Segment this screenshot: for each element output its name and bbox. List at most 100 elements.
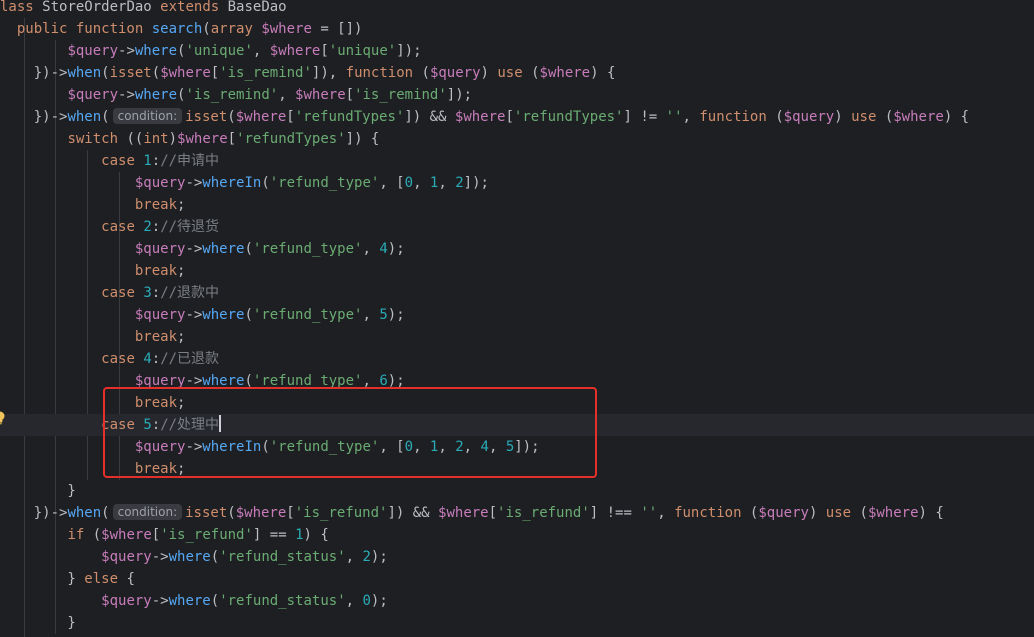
code-token: ( <box>210 593 220 609</box>
code-line[interactable]: public function search(array $where = []… <box>0 18 1034 40</box>
code-line[interactable]: case 2://待退货 <box>0 216 1034 238</box>
code-token: $where <box>235 109 287 125</box>
code-token: int <box>143 131 169 147</box>
code-line-text: lass StoreOrderDao extends BaseDao <box>0 0 287 18</box>
code-token: where <box>168 549 211 565</box>
code-token: ); <box>387 241 405 257</box>
code-line[interactable]: if ($where['is_refund'] == 1) { <box>0 524 1034 546</box>
code-token: $where <box>235 505 287 521</box>
code-token: $where <box>867 505 919 521</box>
code-line[interactable]: })->when(condition: isset($where['is_refu… <box>0 502 1034 524</box>
code-line[interactable]: $query->whereIn('refund_type', [0, 1, 2]… <box>0 172 1034 194</box>
code-token: , <box>682 109 700 125</box>
code-line[interactable]: lass StoreOrderDao extends BaseDao <box>0 0 1034 18</box>
code-token: function <box>345 65 422 81</box>
code-line[interactable]: case 3://退款中 <box>0 282 1034 304</box>
code-token: 2 <box>143 219 152 235</box>
code-token: $where <box>295 87 346 103</box>
code-token: switch <box>67 131 127 147</box>
code-token: ) { <box>590 65 616 81</box>
code-token: lass <box>0 0 43 15</box>
code-line-text: switch ((int)$where['refundTypes']) { <box>0 128 379 150</box>
code-line-text: } <box>0 480 76 502</box>
code-line[interactable]: } <box>0 480 1034 502</box>
code-token: ] !== <box>589 505 641 521</box>
code-token: where <box>134 87 178 103</box>
code-line[interactable]: $query->where('refund_status', 0); <box>0 590 1034 612</box>
code-token: } <box>0 571 85 587</box>
code-line[interactable]: })->when(isset($where['is_remind']), fun… <box>0 62 1034 84</box>
code-token: where <box>202 307 245 323</box>
code-token: ( <box>859 505 868 521</box>
code-token: 3 <box>143 285 152 301</box>
code-token: when <box>67 65 102 81</box>
code-token: ( <box>92 527 102 543</box>
code-line-text: $query->where('refund_type', 4); <box>0 238 405 260</box>
code-token: function <box>674 505 750 521</box>
code-token: , <box>362 241 380 257</box>
code-editor[interactable]: lass StoreOrderDao extends BaseDao publi… <box>0 0 1034 637</box>
code-line[interactable]: } else { <box>0 568 1034 590</box>
code-line[interactable]: } <box>0 612 1034 634</box>
code-line-text: })->when(isset($where['is_remind']), fun… <box>0 62 616 84</box>
code-token: //待退货 <box>160 219 220 235</box>
code-line-text: case 4://已退款 <box>0 348 219 370</box>
code-token: , <box>438 175 456 191</box>
code-token: public function <box>16 21 152 37</box>
code-token: $where <box>160 65 211 81</box>
parameter-hint: condition: <box>112 108 183 124</box>
code-token: ( <box>202 21 211 37</box>
code-token: 4 <box>379 241 388 257</box>
code-token: array <box>210 21 262 37</box>
code-token: 4 <box>143 351 152 367</box>
code-token: [ <box>286 505 295 521</box>
code-token: $query <box>783 109 835 125</box>
code-token: search <box>151 21 203 37</box>
code-token: 'refundTypes' <box>294 109 405 125</box>
code-line-text: $query->where('is_remind', $where['is_re… <box>0 84 472 106</box>
code-token: 'is_remind' <box>219 65 312 81</box>
code-line[interactable]: $query->where('is_remind', $where['is_re… <box>0 84 1034 106</box>
lightbulb-icon[interactable] <box>0 411 6 425</box>
code-line[interactable]: $query->where('refund_type', 5); <box>0 304 1034 326</box>
code-token: })-> <box>0 109 68 125</box>
code-token: ) <box>834 109 852 125</box>
code-token: ) { <box>943 109 970 125</box>
code-token: , [ <box>379 175 405 191</box>
code-token: BaseDao <box>227 0 287 15</box>
code-line-text: if ($where['is_refund'] == 1) { <box>0 524 328 546</box>
code-line[interactable]: })->when(condition: isset($where['refundT… <box>0 106 1034 128</box>
code-line[interactable]: break; <box>0 260 1034 282</box>
code-token: ( <box>531 65 540 81</box>
code-token: 2 <box>362 549 371 565</box>
code-line[interactable]: case 4://已退款 <box>0 348 1034 370</box>
code-token: 'is_remind' <box>354 87 447 103</box>
code-line[interactable]: break; <box>0 194 1034 216</box>
code-token: [ <box>151 527 161 543</box>
code-line[interactable]: $query->where('refund_type', 4); <box>0 238 1034 260</box>
code-token: 'refund_status' <box>219 549 346 565</box>
code-line[interactable]: case 1://申请中 <box>0 150 1034 172</box>
code-token: -> <box>118 43 135 59</box>
code-line[interactable]: $query->where('unique', $where['unique']… <box>0 40 1034 62</box>
code-token: ( <box>101 109 110 125</box>
code-token: ( <box>261 175 270 191</box>
code-token: ]) && <box>387 505 439 521</box>
code-token: $query <box>134 241 186 257</box>
code-token: isset <box>185 109 228 125</box>
code-token: case <box>101 153 144 169</box>
code-token: , <box>413 175 430 191</box>
code-token: 'refundTypes' <box>236 131 346 147</box>
code-line[interactable]: break; <box>0 326 1034 348</box>
code-token: 'unique' <box>185 43 253 59</box>
code-line[interactable]: $query->where('refund_status', 2); <box>0 546 1034 568</box>
code-token: } <box>0 483 76 499</box>
code-token: $query <box>101 593 152 609</box>
code-line[interactable]: switch ((int)$where['refundTypes']) { <box>0 128 1034 150</box>
